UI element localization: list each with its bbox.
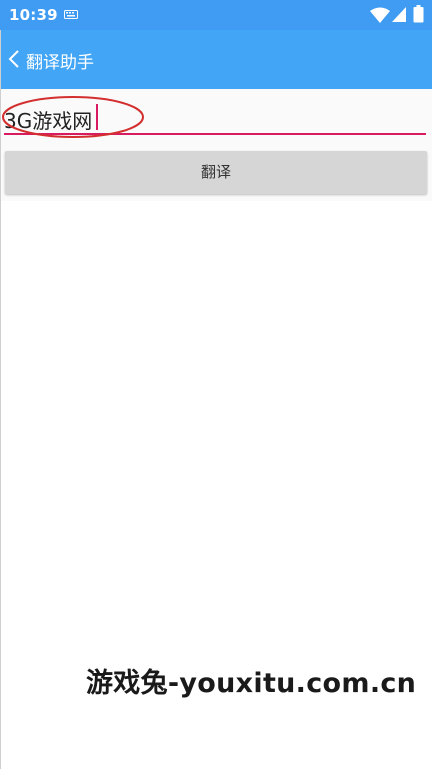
text-cursor	[96, 104, 98, 130]
app-bar: 翻译助手	[0, 30, 432, 89]
signal-icon	[392, 7, 406, 22]
status-bar: 10:39	[0, 0, 432, 30]
translate-input[interactable]	[4, 103, 426, 135]
back-button[interactable]	[0, 30, 26, 89]
status-time: 10:39	[9, 6, 58, 24]
app-title: 翻译助手	[26, 53, 94, 73]
battery-icon	[413, 5, 424, 23]
chevron-left-icon	[8, 50, 19, 68]
watermark: 游戏兔-youxitu.com.cn	[86, 668, 417, 699]
wifi-icon	[370, 7, 390, 23]
translate-button[interactable]: 翻译	[5, 151, 427, 194]
screen-edge	[0, 30, 1, 769]
keyboard-icon	[64, 10, 78, 19]
